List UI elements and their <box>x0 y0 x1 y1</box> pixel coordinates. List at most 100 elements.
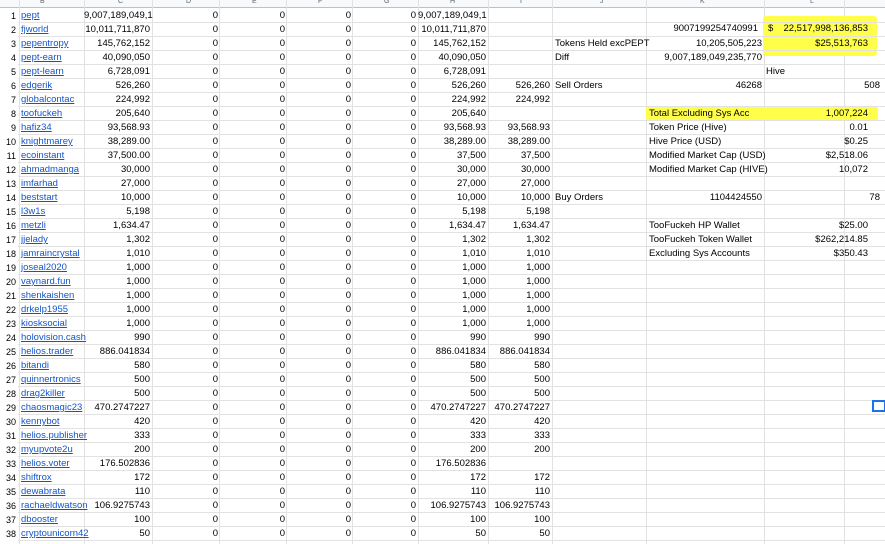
cell-h[interactable]: 1,000 <box>418 303 486 317</box>
selected-cell[interactable] <box>872 400 885 412</box>
cell-d[interactable]: 0 <box>152 429 218 443</box>
cell-e[interactable]: 0 <box>219 359 285 373</box>
cell-k8[interactable]: Total Excluding Sys Acc <box>649 107 769 121</box>
cell-i[interactable]: 526,260 <box>488 79 550 93</box>
cell-e[interactable]: 0 <box>219 79 285 93</box>
cell-h[interactable]: 106.9275743 <box>418 499 486 513</box>
cell-f[interactable]: 0 <box>286 23 351 37</box>
cell-k9[interactable]: Token Price (Hive) <box>649 121 769 135</box>
cell-e[interactable]: 0 <box>219 219 285 233</box>
cell-i[interactable]: 990 <box>488 331 550 345</box>
cell-d[interactable]: 0 <box>152 345 218 359</box>
cell-g[interactable]: 0 <box>352 275 416 289</box>
cell-f[interactable]: 0 <box>286 359 351 373</box>
row-number[interactable]: 22 <box>0 303 18 317</box>
cell-g[interactable]: 0 <box>352 135 416 149</box>
col-header-l[interactable]: L <box>810 0 814 5</box>
cell-d[interactable]: 0 <box>152 331 218 345</box>
account-name-link[interactable]: dewabrata <box>21 485 84 499</box>
cell-g[interactable]: 0 <box>352 373 416 387</box>
cell-i[interactable]: 38,289.00 <box>488 135 550 149</box>
cell-e[interactable]: 0 <box>219 387 285 401</box>
cell-e[interactable]: 0 <box>219 373 285 387</box>
account-name-link[interactable]: beststart <box>21 191 84 205</box>
cell-g[interactable]: 0 <box>352 9 416 23</box>
cell-g[interactable]: 0 <box>352 527 416 541</box>
cell-c[interactable]: 1,302 <box>84 233 150 247</box>
col-header-e[interactable]: E <box>252 0 257 5</box>
cell-h[interactable]: 27,000 <box>418 177 486 191</box>
row-number[interactable]: 25 <box>0 345 18 359</box>
cell-i[interactable] <box>488 107 550 121</box>
account-name-link[interactable]: helios.publisher <box>21 429 87 443</box>
cell-i[interactable] <box>488 457 550 471</box>
cell-c[interactable]: 500 <box>84 387 150 401</box>
cell-h[interactable]: 990 <box>418 331 486 345</box>
cell-k10[interactable]: Hive Price (USD) <box>649 135 769 149</box>
cell-g[interactable]: 0 <box>352 219 416 233</box>
cell-i[interactable]: 1,634.47 <box>488 219 550 233</box>
cell-f[interactable]: 0 <box>286 415 351 429</box>
cell-l6[interactable]: 508 <box>800 79 880 93</box>
cell-k17[interactable]: TooFuckeh Token Wallet <box>649 233 769 247</box>
cell-g[interactable]: 0 <box>352 37 416 51</box>
cell-h[interactable]: 110 <box>418 485 486 499</box>
row-number[interactable]: 2 <box>0 23 18 37</box>
cell-g[interactable]: 0 <box>352 443 416 457</box>
cell-k2[interactable]: 9007199254740991 <box>650 22 758 36</box>
cell-g[interactable]: 0 <box>352 121 416 135</box>
cell-c[interactable]: 10,000 <box>84 191 150 205</box>
row-number[interactable]: 6 <box>0 79 18 93</box>
cell-i[interactable]: 5,198 <box>488 205 550 219</box>
account-name-link[interactable]: helios.voter <box>21 457 84 471</box>
cell-e[interactable]: 0 <box>219 191 285 205</box>
row-number[interactable]: 13 <box>0 177 18 191</box>
account-name-link[interactable]: chaosmagic23 <box>21 401 84 415</box>
cell-g[interactable]: 0 <box>352 345 416 359</box>
account-name-link[interactable]: drag2killer <box>21 387 84 401</box>
cell-g[interactable]: 0 <box>352 163 416 177</box>
cell-f[interactable]: 0 <box>286 317 351 331</box>
account-name-link[interactable]: toofuckeh <box>21 107 84 121</box>
cell-h[interactable]: 526,260 <box>418 79 486 93</box>
cell-c[interactable]: 9,007,189,049,1 <box>84 9 153 23</box>
account-name-link[interactable]: kennybot <box>21 415 84 429</box>
cell-e[interactable]: 0 <box>219 429 285 443</box>
cell-k16[interactable]: TooFuckeh HP Wallet <box>649 219 769 233</box>
row-number[interactable]: 4 <box>0 51 18 65</box>
cell-h[interactable]: 10,011,711,870 <box>418 23 486 37</box>
cell-c[interactable]: 6,728,091 <box>84 65 150 79</box>
cell-h[interactable]: 886.041834 <box>418 345 486 359</box>
account-name-link[interactable]: edgerik <box>21 79 84 93</box>
cell-e[interactable]: 0 <box>219 471 285 485</box>
cell-c[interactable]: 224,992 <box>84 93 150 107</box>
cell-c[interactable]: 1,000 <box>84 289 150 303</box>
cell-e[interactable]: 0 <box>219 317 285 331</box>
account-name-link[interactable]: bitandi <box>21 359 84 373</box>
cell-d[interactable]: 0 <box>152 163 218 177</box>
cell-f[interactable]: 0 <box>286 51 351 65</box>
cell-e[interactable]: 0 <box>219 513 285 527</box>
cell-j4[interactable]: Diff <box>555 51 645 65</box>
cell-h[interactable]: 100 <box>418 513 486 527</box>
row-number[interactable]: 31 <box>0 429 18 443</box>
cell-d[interactable]: 0 <box>152 107 218 121</box>
cell-l17[interactable]: $262,214.85 <box>780 233 868 247</box>
cell-f[interactable]: 0 <box>286 499 351 513</box>
cell-h[interactable]: 470.2747227 <box>418 401 486 415</box>
cell-k6[interactable]: 46268 <box>650 79 762 93</box>
row-number[interactable]: 18 <box>0 247 18 261</box>
cell-l10[interactable]: $0.25 <box>780 135 868 149</box>
cell-h[interactable]: 500 <box>418 373 486 387</box>
cell-e[interactable]: 0 <box>219 233 285 247</box>
cell-h[interactable]: 1,000 <box>418 289 486 303</box>
cell-c[interactable]: 176.502836 <box>84 457 150 471</box>
cell-d[interactable]: 0 <box>152 527 218 541</box>
row-number[interactable]: 32 <box>0 443 18 457</box>
cell-e[interactable]: 0 <box>219 331 285 345</box>
cell-f[interactable]: 0 <box>286 513 351 527</box>
cell-d[interactable]: 0 <box>152 485 218 499</box>
cell-e[interactable]: 0 <box>219 499 285 513</box>
cell-f[interactable]: 0 <box>286 527 351 541</box>
cell-f[interactable]: 0 <box>286 233 351 247</box>
